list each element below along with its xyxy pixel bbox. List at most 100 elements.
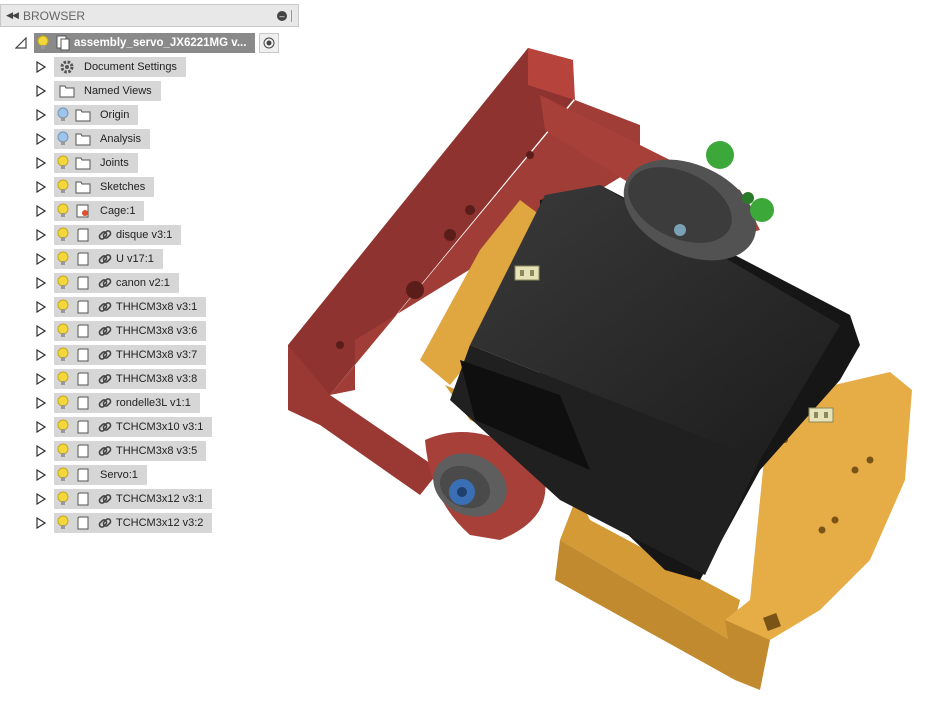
tree-item[interactable]: Analysis [34, 129, 150, 149]
joint-icon[interactable] [514, 265, 540, 281]
expand-triangle-icon[interactable] [34, 321, 48, 341]
visibility-bulb-icon[interactable] [54, 393, 72, 413]
tree-item-label: rondelle3L v1:1 [116, 397, 191, 409]
visibility-bulb-icon[interactable] [54, 441, 72, 461]
tree-item-label-area[interactable]: THHCM3x8 v3:7 [54, 345, 207, 365]
component-icon [72, 513, 94, 533]
tree-item-label-area[interactable]: Sketches [54, 177, 155, 197]
tree-item-label-area[interactable]: canon v2:1 [54, 273, 179, 293]
tree-item[interactable]: Origin [34, 105, 139, 125]
tree-item-label-area[interactable]: THHCM3x8 v3:6 [54, 321, 207, 341]
visibility-bulb-icon[interactable] [54, 153, 72, 173]
panel-grip-icon[interactable] [291, 9, 296, 22]
tree-item-label-area[interactable]: TCHCM3x12 v3:2 [54, 513, 213, 533]
expand-triangle-icon[interactable] [34, 465, 48, 485]
tree-item-label-area[interactable]: Origin [54, 105, 139, 125]
visibility-bulb-icon[interactable] [54, 465, 72, 485]
activate-radio-icon[interactable] [259, 33, 280, 53]
tree-item[interactable]: THHCM3x8 v3:5 [34, 441, 207, 461]
expand-triangle-icon[interactable] [34, 273, 48, 293]
visibility-bulb-icon[interactable] [54, 321, 72, 341]
tree-item[interactable]: Servo:1 [34, 465, 147, 485]
tree-item-label-area[interactable]: THHCM3x8 v3:5 [54, 441, 207, 461]
expand-triangle-icon[interactable] [34, 225, 48, 245]
expand-triangle-icon[interactable] [34, 57, 48, 77]
tree-item-label: Servo:1 [100, 469, 138, 481]
visibility-bulb-icon[interactable] [54, 201, 72, 221]
visibility-bulb-icon[interactable] [54, 345, 72, 365]
expand-triangle-icon[interactable] [34, 177, 48, 197]
tree-item-label: Document Settings [84, 61, 177, 73]
expand-triangle-icon[interactable] [34, 345, 48, 365]
visibility-bulb-icon[interactable] [54, 513, 72, 533]
tree-item-label-area[interactable]: Document Settings [54, 57, 186, 77]
tree-item[interactable]: Document Settings [34, 57, 186, 77]
tree-item[interactable]: Sketches [34, 177, 155, 197]
tree-item[interactable]: rondelle3L v1:1 [34, 393, 200, 413]
tree-item[interactable]: canon v2:1 [34, 273, 179, 293]
component-icon [72, 393, 94, 413]
expand-triangle-icon[interactable] [34, 105, 48, 125]
expand-triangle-icon[interactable] [34, 489, 48, 509]
collapse-triangle-icon[interactable] [14, 33, 28, 53]
tree-item-label-area[interactable]: Cage:1 [54, 201, 145, 221]
expand-triangle-icon[interactable] [34, 297, 48, 317]
tree-item[interactable]: Cage:1 [34, 201, 145, 221]
tree-item-label: TCHCM3x12 v3:2 [116, 517, 204, 529]
expand-triangle-icon[interactable] [34, 81, 48, 101]
visibility-bulb-icon[interactable] [54, 417, 72, 437]
tree-item[interactable]: TCHCM3x10 v3:1 [34, 417, 213, 437]
root-node-label: assembly_servo_JX6221MG v... [74, 37, 247, 49]
tree-item[interactable]: TCHCM3x12 v3:2 [34, 513, 213, 533]
expand-triangle-icon[interactable] [34, 441, 48, 461]
tree-item-label-area[interactable]: Servo:1 [54, 465, 147, 485]
tree-item-label-area[interactable]: Analysis [54, 129, 150, 149]
collapse-panel-icon[interactable]: ◀◀ [1, 10, 23, 21]
tree-item[interactable]: THHCM3x8 v3:6 [34, 321, 207, 341]
tree-item-label-area[interactable]: Joints [54, 153, 138, 173]
visibility-bulb-icon[interactable] [54, 105, 72, 125]
tree-item-label-area[interactable]: U v17:1 [54, 249, 163, 269]
expand-triangle-icon[interactable] [34, 393, 48, 413]
joint-icon[interactable] [808, 407, 834, 423]
visibility-bulb-icon[interactable] [54, 177, 72, 197]
tree-item[interactable]: THHCM3x8 v3:1 [34, 297, 207, 317]
root-node[interactable]: assembly_servo_JX6221MG v... [14, 33, 280, 53]
tree-item[interactable]: Joints [34, 153, 138, 173]
tree-item-label: THHCM3x8 v3:1 [116, 301, 198, 313]
tree-item-label-area[interactable]: Named Views [54, 81, 161, 101]
expand-triangle-icon[interactable] [34, 129, 48, 149]
visibility-bulb-icon[interactable] [54, 129, 72, 149]
expand-triangle-icon[interactable] [34, 153, 48, 173]
tree-item-label-area[interactable]: TCHCM3x12 v3:1 [54, 489, 213, 509]
tree-item-label: Named Views [84, 85, 152, 97]
tree-item[interactable]: Named Views [34, 81, 161, 101]
link-icon [94, 249, 116, 269]
visibility-bulb-icon[interactable] [54, 273, 72, 293]
visibility-bulb-icon[interactable] [34, 33, 52, 53]
tree-item[interactable]: disque v3:1 [34, 225, 182, 245]
root-node-label-area[interactable]: assembly_servo_JX6221MG v... [34, 33, 256, 53]
visibility-bulb-icon[interactable] [54, 489, 72, 509]
tree-item-label-area[interactable]: rondelle3L v1:1 [54, 393, 200, 413]
tree-item-label-area[interactable]: disque v3:1 [54, 225, 182, 245]
expand-triangle-icon[interactable] [34, 513, 48, 533]
minimize-icon[interactable]: – [277, 10, 287, 21]
tree-item[interactable]: THHCM3x8 v3:8 [34, 369, 207, 389]
visibility-bulb-icon[interactable] [54, 225, 72, 245]
folder-icon [72, 177, 94, 197]
visibility-bulb-icon[interactable] [54, 369, 72, 389]
tree-item-label-area[interactable]: THHCM3x8 v3:1 [54, 297, 207, 317]
tree-item[interactable]: THHCM3x8 v3:7 [34, 345, 207, 365]
tree-item[interactable]: U v17:1 [34, 249, 163, 269]
expand-triangle-icon[interactable] [34, 417, 48, 437]
expand-triangle-icon[interactable] [34, 249, 48, 269]
expand-triangle-icon[interactable] [34, 201, 48, 221]
expand-triangle-icon[interactable] [34, 369, 48, 389]
tree-item-label-area[interactable]: THHCM3x8 v3:8 [54, 369, 207, 389]
folder-icon [72, 129, 94, 149]
visibility-bulb-icon[interactable] [54, 249, 72, 269]
tree-item[interactable]: TCHCM3x12 v3:1 [34, 489, 213, 509]
visibility-bulb-icon[interactable] [54, 297, 72, 317]
tree-item-label-area[interactable]: TCHCM3x10 v3:1 [54, 417, 213, 437]
